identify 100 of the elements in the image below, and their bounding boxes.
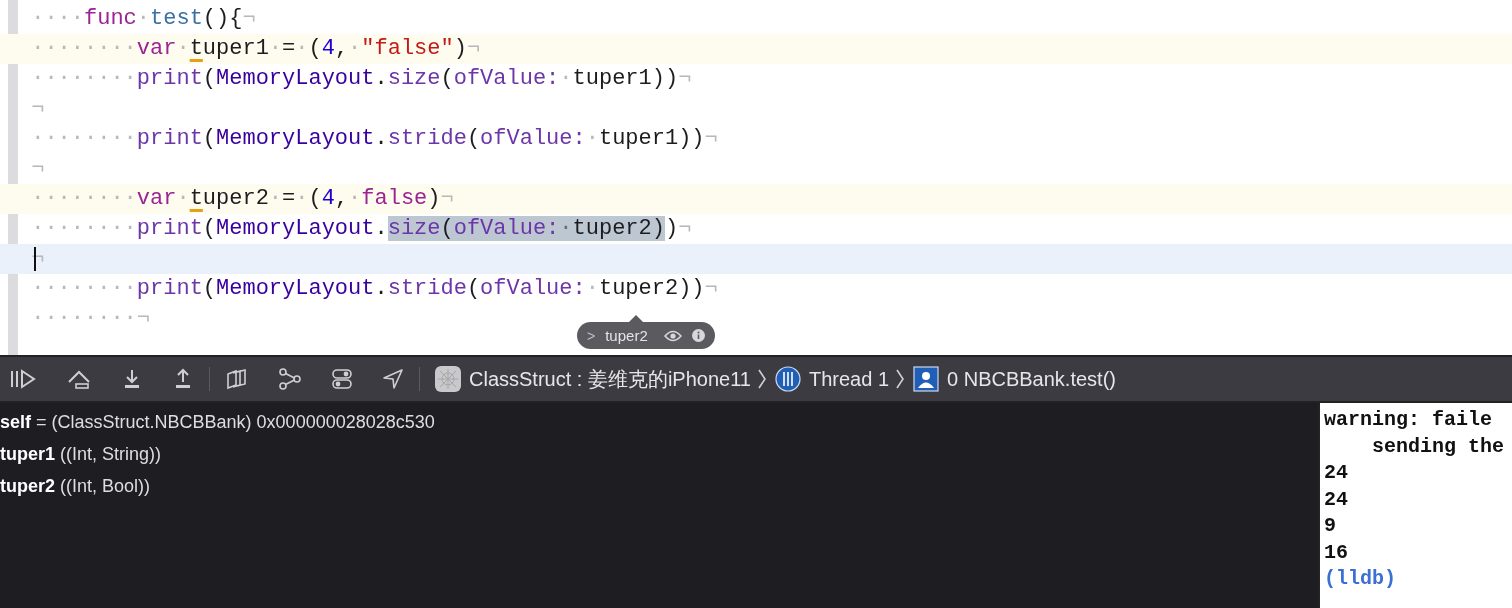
code-token: MemoryLayout — [216, 276, 375, 301]
invisible-marks: ········ — [31, 36, 137, 61]
code-token: . — [374, 126, 388, 151]
invisible-marks: ¬ — [466, 36, 481, 61]
code-token: 4 — [321, 186, 335, 211]
invisible-marks: ¬ — [678, 216, 692, 241]
invisible-marks: ········ — [31, 66, 137, 91]
variable-row[interactable]: tuper2 ((Int, Bool)) — [0, 470, 1318, 502]
thread-crumb[interactable]: Thread 1 — [808, 367, 889, 391]
invisible-marks: ···· — [31, 6, 84, 31]
invisible-marks: ········ — [31, 126, 137, 151]
code-token: ) — [664, 216, 679, 241]
code-token: size — [387, 66, 441, 91]
invisible-marks: ¬ — [678, 66, 692, 91]
code-token: uper1 — [202, 36, 269, 61]
person-icon[interactable] — [913, 366, 939, 392]
console-line: 9 — [1324, 513, 1337, 539]
code-token: stride — [387, 126, 467, 151]
code-token: print — [136, 216, 203, 241]
code-token: 4 — [321, 36, 335, 61]
code-token: = — [282, 36, 296, 61]
invisible-marks: · — [295, 36, 309, 61]
thread-icon[interactable] — [774, 366, 801, 392]
invisible-marks: · — [176, 186, 190, 211]
code-token: var — [136, 186, 177, 211]
code-token: ( — [440, 66, 454, 91]
code-token: ( — [202, 126, 217, 151]
code-token: print — [136, 126, 203, 151]
scheme-crumb[interactable]: ClassStruct : 姜维克的iPhone11 — [469, 365, 751, 393]
console-prompt: (lldb) — [1324, 566, 1397, 592]
invisible-marks: · — [585, 276, 599, 301]
layers-icon[interactable] — [225, 368, 249, 390]
code-token: t — [189, 186, 203, 211]
code-token: ( — [202, 216, 217, 241]
invisible-marks: · — [585, 126, 599, 151]
info-icon[interactable] — [691, 329, 705, 342]
variable-row[interactable]: tuper1 ((Int, String)) — [0, 438, 1318, 470]
variable-row[interactable]: self = (ClassStruct.NBCBBank) 0x000000028028c530 — [0, 406, 1318, 438]
invisible-marks: · — [348, 186, 362, 211]
invisible-marks: ········ — [31, 216, 137, 241]
code-token: ( — [202, 276, 217, 301]
console-line: 16 — [1324, 539, 1349, 566]
invisible-marks: ¬ — [242, 6, 256, 31]
invisible-marks: · — [176, 36, 190, 61]
code-token: ( — [202, 66, 217, 91]
code-token: ofValue: — [453, 216, 560, 241]
code-token: "false" — [361, 36, 454, 61]
code-token: func — [84, 6, 137, 31]
code-token: . — [374, 216, 388, 241]
toggle-icon[interactable] — [331, 368, 353, 390]
code-token: tuper2) — [572, 216, 665, 241]
code-token: ofValue: — [480, 276, 586, 301]
invisible-marks: · — [268, 36, 283, 61]
console-line: warning: faile — [1324, 407, 1494, 433]
code-token: , — [334, 36, 349, 61]
code-token: MemoryLayout — [216, 126, 375, 151]
code-token: uper2 — [202, 186, 269, 211]
code-token: false — [361, 186, 428, 211]
chevron-icon — [895, 368, 905, 390]
code-token: = — [282, 186, 296, 211]
invisible-marks: ········ — [31, 186, 137, 211]
invisible-marks: · — [295, 186, 309, 211]
eye-icon[interactable] — [663, 329, 682, 342]
code-token: , — [334, 186, 349, 211]
code-token: print — [136, 276, 203, 301]
code-token: . — [374, 276, 388, 301]
code-token: test — [150, 6, 203, 31]
location-arrow-icon[interactable] — [382, 368, 404, 390]
code-token: (){ — [202, 6, 243, 31]
code-token: ) — [427, 186, 441, 211]
invisible-marks: ········¬ — [31, 306, 151, 331]
code-token: ( — [466, 276, 481, 301]
step-over-icon[interactable] — [66, 368, 92, 390]
code-token: MemoryLayout — [216, 216, 375, 241]
frame-crumb[interactable]: 0 NBCBBank.test() — [947, 367, 1116, 391]
invisible-marks: · — [559, 216, 573, 241]
code-token: var — [136, 36, 177, 61]
code-token: tuper1)) — [598, 126, 705, 151]
console-line: 24 — [1324, 486, 1349, 513]
invisible-marks: ········ — [31, 276, 137, 301]
popover-label: tuper2 — [605, 327, 648, 344]
code-token: t — [189, 36, 203, 61]
code-token: size — [387, 216, 441, 241]
code-token: ) — [453, 36, 467, 61]
invisible-marks: · — [559, 66, 573, 91]
code-token: ofValue: — [453, 66, 560, 91]
disclosure-chevron[interactable]: > — [587, 327, 596, 344]
invisible-marks: · — [136, 6, 151, 31]
continue-icon[interactable] — [9, 368, 37, 390]
code-token: tuper2)) — [598, 276, 705, 301]
code-token: MemoryLayout — [216, 66, 375, 91]
invisible-marks: ¬ — [704, 276, 718, 301]
invisible-marks: · — [348, 36, 362, 61]
code-token: print — [136, 66, 203, 91]
code-token: ofValue: — [480, 126, 586, 151]
code-token: ( — [308, 36, 322, 61]
console-line: 24 — [1324, 460, 1349, 486]
graph-icon[interactable] — [278, 368, 302, 390]
app-icon[interactable] — [435, 366, 461, 392]
invisible-marks: ¬ — [440, 186, 454, 211]
